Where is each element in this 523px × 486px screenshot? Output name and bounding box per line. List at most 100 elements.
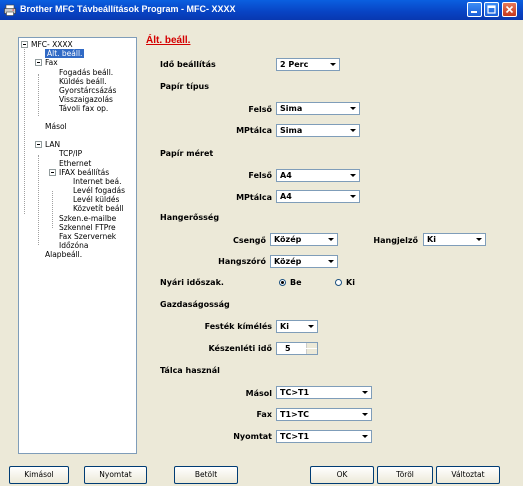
chevron-down-icon xyxy=(348,192,358,201)
talca-hasznal-heading: Tálca használ xyxy=(160,366,220,375)
mptalca-meret-label: MPtálca xyxy=(236,193,272,202)
chevron-down-icon xyxy=(348,104,358,113)
nyomtat-talca-select[interactable]: TC>T1 xyxy=(276,430,372,443)
mptalca-meret-select[interactable]: A4 xyxy=(276,190,360,203)
chevron-down-icon xyxy=(348,126,358,135)
tree-item-level-fogadas[interactable]: Levél fogadás xyxy=(73,186,125,195)
chevron-down-icon xyxy=(328,60,338,69)
hangszoro-value: Közép xyxy=(274,257,302,266)
chevron-down-icon xyxy=(360,410,370,419)
nyomtat-label: Nyomtat xyxy=(233,432,272,441)
tree-connector xyxy=(38,155,39,245)
page-title: Ált. beáll. xyxy=(146,35,191,46)
fax-talca-value: T1>TC xyxy=(280,410,310,419)
hangerosseg-heading: Hangerősség xyxy=(160,213,220,222)
csengo-value: Közép xyxy=(274,235,302,244)
tree-item-fax[interactable]: Fax xyxy=(45,58,58,67)
tree-item-lan[interactable]: LAN xyxy=(45,140,60,149)
torol-button[interactable]: Töröl xyxy=(377,466,433,484)
ido-beallitas-value: 2 Perc xyxy=(280,60,309,69)
collapse-toggle[interactable] xyxy=(35,141,42,148)
nyari-idoszak-label: Nyári időszak. xyxy=(160,278,224,287)
nyomtat-button[interactable]: Nyomtat xyxy=(84,466,147,484)
tree-item-visszaigazolas[interactable]: Visszaigazolás xyxy=(59,95,113,104)
tree-item-alt-beall[interactable]: Ált. beáll. xyxy=(45,49,85,58)
felso-meret-select[interactable]: A4 xyxy=(276,169,360,182)
chevron-down-icon xyxy=(326,257,336,266)
valtoztat-button[interactable]: Változtat xyxy=(436,466,500,484)
tree-item-tcpip[interactable]: TCP/IP xyxy=(59,149,82,158)
mptalca-tipus-label: MPtálca xyxy=(236,126,272,135)
keszenleti-ido-spinner[interactable]: 5 xyxy=(276,342,318,355)
maximize-button[interactable] xyxy=(484,2,499,17)
mptalca-tipus-value: Sima xyxy=(280,126,303,135)
tree-item-szken-ftp[interactable]: Szkennel FTPre xyxy=(59,223,116,232)
gazdasagossag-heading: Gazdaságosság xyxy=(160,300,230,309)
tree-item-idozona[interactable]: Időzóna xyxy=(59,241,88,250)
chevron-down-icon xyxy=(326,235,336,244)
collapse-toggle[interactable] xyxy=(49,169,56,176)
tree-connector xyxy=(24,47,25,214)
tree-item-kozvetit[interactable]: Közvetít beáll xyxy=(73,204,124,213)
hangszoro-select[interactable]: Közép xyxy=(270,255,338,268)
window-title: Brother MFC Távbeállítások Program - MFC… xyxy=(20,4,236,14)
festek-kimeles-select[interactable]: Ki xyxy=(276,320,318,333)
app-window: Brother MFC Távbeállítások Program - MFC… xyxy=(0,0,523,486)
felso-tipus-label: Felső xyxy=(248,105,272,114)
papir-tipus-heading: Papír típus xyxy=(160,82,209,91)
tree-item-ethernet[interactable]: Ethernet xyxy=(59,159,91,168)
title-bar[interactable]: Brother MFC Távbeállítások Program - MFC… xyxy=(0,0,523,20)
betolt-button[interactable]: Betölt xyxy=(174,466,238,484)
keszenleti-ido-label: Készenléti idő xyxy=(208,344,272,353)
tree-item-alapbeall[interactable]: Alapbeáll. xyxy=(45,250,82,259)
felso-meret-value: A4 xyxy=(280,171,292,180)
fax-talca-select[interactable]: T1>TC xyxy=(276,408,372,421)
tree-connector xyxy=(38,74,39,116)
kimasol-button[interactable]: Kimásol xyxy=(9,466,69,484)
tree-connector xyxy=(52,191,53,228)
minimize-button[interactable] xyxy=(467,2,482,17)
collapse-toggle[interactable] xyxy=(35,59,42,66)
masol-talca-select[interactable]: TC>T1 xyxy=(276,386,372,399)
ok-button[interactable]: OK xyxy=(310,466,374,484)
collapse-toggle[interactable] xyxy=(21,41,28,48)
papir-meret-heading: Papír méret xyxy=(160,149,214,158)
tree-item-gyorstarcsazas[interactable]: Gyorstárcsázás xyxy=(59,86,116,95)
csengo-label: Csengő xyxy=(233,236,266,245)
printer-app-icon xyxy=(4,4,16,16)
tree-item-szken-email[interactable]: Szken.e-mailbe xyxy=(59,214,116,223)
hangjelzo-select[interactable]: Ki xyxy=(423,233,486,246)
mptalca-tipus-select[interactable]: Sima xyxy=(276,124,360,137)
hangszoro-label: Hangszóró xyxy=(218,257,266,266)
close-button[interactable] xyxy=(502,2,517,17)
chevron-down-icon xyxy=(360,388,370,397)
settings-panel: Ált. beáll. Idő beállítás 2 Perc Papír t… xyxy=(140,33,518,453)
tree-item-tavoli-fax[interactable]: Távoli fax op. xyxy=(59,104,108,113)
ido-beallitas-select[interactable]: 2 Perc xyxy=(276,58,340,71)
felso-tipus-select[interactable]: Sima xyxy=(276,102,360,115)
nyari-ki-radio[interactable] xyxy=(335,279,342,286)
csengo-select[interactable]: Közép xyxy=(270,233,338,246)
tree-item-internet[interactable]: Internet beá. xyxy=(73,177,122,186)
ido-beallitas-label: Idő beállítás xyxy=(160,60,216,69)
keszenleti-ido-value: 5 xyxy=(285,344,291,353)
tree-item-masol[interactable]: Másol xyxy=(45,122,67,131)
tree-item-fax-szerver[interactable]: Fax Szervernek xyxy=(59,232,116,241)
tree-item-fogadas[interactable]: Fogadás beáll. xyxy=(59,68,113,77)
spin-up-button[interactable] xyxy=(306,343,317,348)
festek-kimeles-label: Festék kímélés xyxy=(204,322,272,331)
nyari-ki-label: Ki xyxy=(346,278,355,287)
tree-item-mfc[interactable]: MFC- XXXX xyxy=(31,40,73,49)
hangjelzo-value: Ki xyxy=(427,235,436,244)
tree-item-ifax[interactable]: IFAX beállítás xyxy=(59,168,109,177)
festek-kimeles-value: Ki xyxy=(280,322,289,331)
felso-tipus-value: Sima xyxy=(280,104,303,113)
settings-tree[interactable]: MFC- XXXX Ált. beáll. Fax Fogadás beáll.… xyxy=(18,37,137,454)
tree-item-level-kuldes[interactable]: Levél küldés xyxy=(73,195,119,204)
chevron-down-icon xyxy=(306,322,316,331)
spin-down-button[interactable] xyxy=(306,349,317,354)
nyari-be-radio[interactable] xyxy=(279,279,286,286)
felso-meret-label: Felső xyxy=(248,171,272,180)
tree-item-kuldes[interactable]: Küldés beáll. xyxy=(59,77,107,86)
nyari-be-label: Be xyxy=(290,278,302,287)
